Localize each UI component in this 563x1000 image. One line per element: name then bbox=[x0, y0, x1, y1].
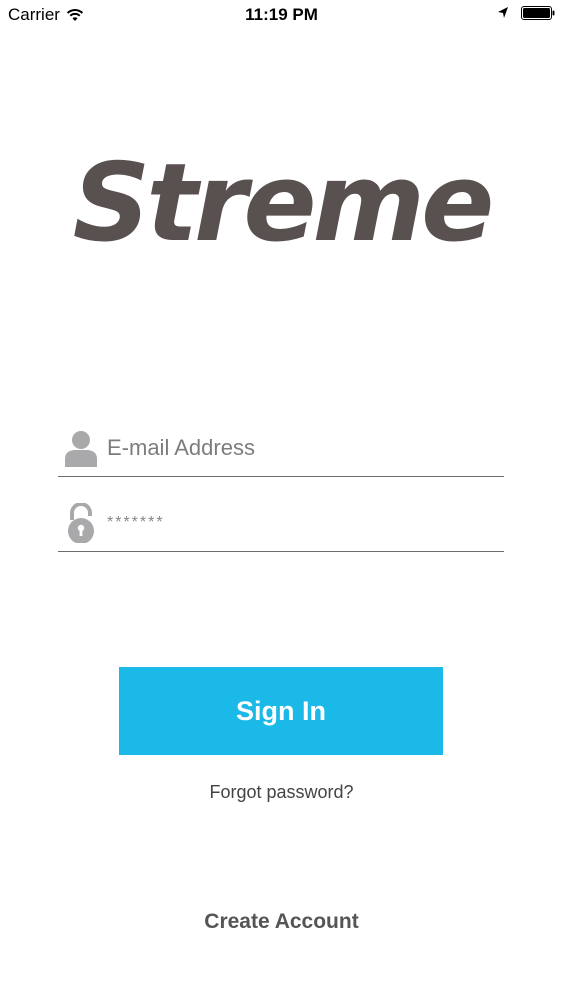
status-bar: Carrier 11:19 PM bbox=[0, 0, 563, 30]
email-field-row bbox=[58, 420, 504, 477]
password-input[interactable]: ******* bbox=[107, 514, 487, 532]
battery-icon bbox=[521, 6, 555, 20]
person-icon bbox=[63, 428, 99, 468]
forgot-password-link[interactable]: Forgot password? bbox=[0, 782, 563, 803]
app-logo: Streme bbox=[72, 141, 495, 266]
status-right bbox=[497, 6, 555, 20]
status-time: 11:19 PM bbox=[245, 5, 318, 24]
create-account-link[interactable]: Create Account bbox=[0, 910, 563, 934]
location-arrow-icon bbox=[498, 7, 508, 18]
password-field-row: ******* bbox=[58, 495, 504, 552]
email-input[interactable] bbox=[107, 435, 487, 461]
lock-icon bbox=[63, 503, 99, 543]
sign-in-button[interactable]: Sign In bbox=[119, 667, 443, 755]
